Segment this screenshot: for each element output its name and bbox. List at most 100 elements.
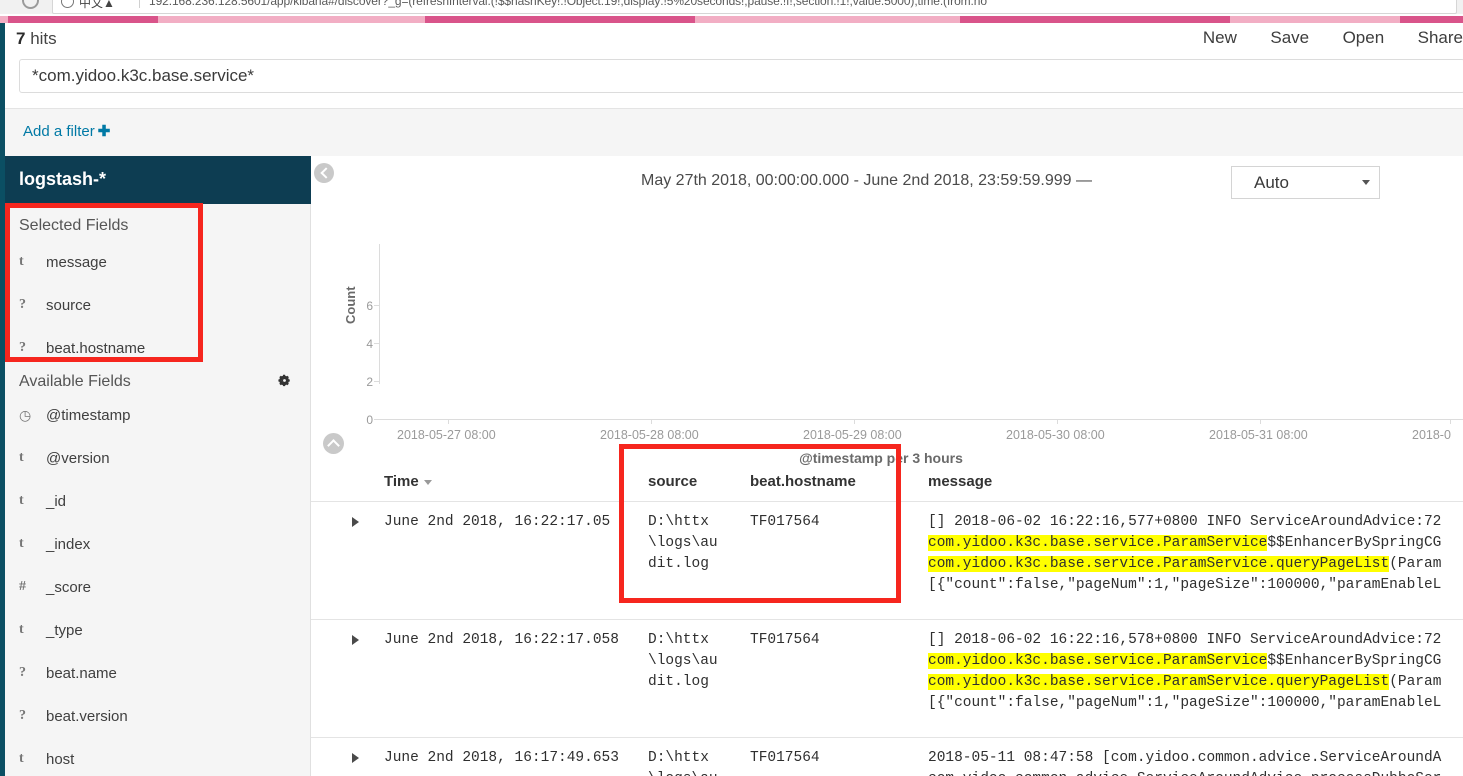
discover-actions: New Save Open Share [1174, 28, 1463, 52]
hit-count: 7 hits [16, 29, 57, 49]
available-field-host[interactable]: t host [19, 751, 299, 773]
x-tick-label: 2018-05-27 08:00 [397, 428, 496, 442]
address-bar[interactable]: 中文▲ 192.168.236.128:5601/app/kibana#/dis… [52, 0, 1457, 14]
table-row[interactable]: June 2nd 2018, 16:22:17.058 D:\httx\logs… [311, 627, 1463, 737]
cell-message: [] 2018-06-02 16:22:16,578+0800 INFO Ser… [928, 632, 1442, 711]
histogram-chart[interactable]: Count 6 4 2 0 2018-05-27 08:00 2018-05-2… [311, 216, 1463, 466]
kibana-discover-app: 中文▲ 192.168.236.128:5601/app/kibana#/dis… [0, 0, 1463, 776]
y-tick-label: 2 [366, 375, 373, 389]
new-button[interactable]: New [1203, 28, 1237, 48]
documents-table: Time source beat.hostname message June 2… [311, 461, 1463, 776]
plus-icon: ✚ [97, 123, 111, 140]
index-pattern-label: logstash-* [19, 169, 107, 189]
column-header-source[interactable]: source [648, 473, 697, 490]
field-type-icon: t [19, 254, 24, 269]
selected-field-beat-hostname[interactable]: ? beat.hostname [19, 340, 299, 362]
omnibox-language-label: 中文▲ [79, 0, 115, 10]
search-input[interactable] [19, 59, 1463, 93]
chevron-down-icon [1362, 180, 1370, 185]
cell-source: D:\httx\logs\audit.log [648, 514, 718, 572]
y-tick-label: 6 [366, 299, 373, 313]
selected-field-message[interactable]: t message [19, 254, 299, 276]
field-type-icon: t [19, 536, 24, 551]
field-type-icon: t [19, 450, 24, 465]
interval-select-value: Auto [1254, 173, 1289, 192]
field-type-icon: t [19, 622, 24, 637]
share-button[interactable]: Share [1418, 28, 1463, 48]
hits-bar: 7 hits New Save Open Share [5, 23, 1463, 56]
field-type-icon: ? [19, 708, 26, 723]
x-tick-label: 2018-05-28 08:00 [600, 428, 699, 442]
site-info-icon[interactable] [61, 0, 74, 8]
cell-message: [] 2018-06-02 16:22:16,577+0800 INFO Ser… [928, 514, 1442, 593]
cell-message: 2018-05-11 08:47:58 [com.yidoo.common.ad… [928, 750, 1442, 776]
hit-count-label: hits [30, 29, 57, 48]
field-name-label: beat.hostname [46, 340, 146, 357]
available-field-beat-name[interactable]: ? beat.name [19, 665, 299, 687]
x-tick-label: 2018-05-29 08:00 [803, 428, 902, 442]
column-header-beat-hostname[interactable]: beat.hostname [750, 473, 856, 490]
loading-progress-bar [0, 16, 1463, 23]
add-filter-label: Add a filter [23, 123, 95, 140]
available-field-type[interactable]: t _type [19, 622, 299, 644]
cell-source: D:\httx\logs\aud [648, 750, 718, 776]
expand-row-icon[interactable] [352, 635, 359, 645]
hit-count-value: 7 [16, 29, 26, 48]
field-type-icon: # [19, 579, 26, 594]
expand-row-icon[interactable] [352, 517, 359, 527]
sort-desc-icon[interactable] [423, 479, 432, 485]
column-header-time-label: Time [384, 473, 419, 490]
browser-chrome-strip: 中文▲ 192.168.236.128:5601/app/kibana#/dis… [0, 0, 1463, 14]
x-tick-label: 2018-0 [1412, 428, 1451, 442]
cell-hostname: TF017564 [750, 514, 820, 530]
cell-hostname: TF017564 [750, 632, 820, 648]
x-tick-label: 2018-05-31 08:00 [1209, 428, 1308, 442]
index-pattern-selector[interactable]: logstash-* [5, 156, 311, 204]
filter-bar: Add a filter ✚ [5, 108, 1463, 156]
cell-hostname: TF017564 [750, 750, 820, 766]
save-button[interactable]: Save [1270, 28, 1309, 48]
collapse-chart-button[interactable] [323, 433, 344, 454]
interval-select[interactable]: Auto [1231, 166, 1380, 199]
address-bar-url: 192.168.236.128:5601/app/kibana#/discove… [149, 0, 987, 8]
field-name-label: beat.version [46, 708, 128, 725]
available-field-version[interactable]: t @version [19, 450, 299, 472]
field-name-label: _index [46, 536, 91, 553]
query-bar [5, 56, 1463, 100]
field-name-label: _id [46, 493, 67, 510]
collapse-sidebar-button[interactable] [314, 163, 334, 183]
available-fields-title: Available Fields [19, 373, 131, 390]
available-field-beat-version[interactable]: ? beat.version [19, 708, 299, 730]
reload-icon[interactable] [22, 0, 39, 9]
column-header-time[interactable]: Time [384, 473, 432, 490]
expand-row-icon[interactable] [352, 753, 359, 763]
x-tick-label: 2018-05-30 08:00 [1006, 428, 1105, 442]
field-type-icon: ? [19, 665, 26, 680]
field-name-label: _type [46, 622, 83, 639]
clock-icon: ◷ [19, 407, 32, 423]
field-name-label: message [46, 254, 107, 271]
available-field-id[interactable]: t _id [19, 493, 299, 515]
add-filter-button[interactable]: Add a filter ✚ [23, 122, 110, 140]
field-name-label: host [46, 751, 75, 768]
selected-field-source[interactable]: ? source [19, 297, 299, 319]
table-row[interactable]: June 2nd 2018, 16:17:49.653 D:\httx\logs… [311, 745, 1463, 776]
gear-icon[interactable] [277, 373, 292, 388]
field-type-icon: ? [19, 340, 26, 355]
chart-y-axis [379, 244, 380, 384]
field-name-label: source [46, 297, 92, 314]
open-button[interactable]: Open [1343, 28, 1385, 48]
available-field-timestamp[interactable]: ◷ @timestamp [19, 407, 299, 429]
cell-source: D:\httx\logs\audit.log [648, 632, 718, 690]
available-field-score[interactable]: # _score [19, 579, 299, 601]
cell-time: June 2nd 2018, 16:22:17.05 [384, 514, 611, 530]
field-type-icon: t [19, 751, 24, 766]
discover-main-panel: May 27th 2018, 00:00:00.000 - June 2nd 2… [311, 156, 1463, 776]
field-name-label: @version [46, 450, 110, 467]
column-header-message[interactable]: message [928, 473, 992, 490]
available-field-index[interactable]: t _index [19, 536, 299, 558]
selected-fields-title: Selected Fields [19, 217, 129, 234]
table-row[interactable]: June 2nd 2018, 16:22:17.05 D:\httx\logs\… [311, 509, 1463, 619]
field-name-label: beat.name [46, 665, 117, 682]
field-type-icon: ? [19, 297, 26, 312]
